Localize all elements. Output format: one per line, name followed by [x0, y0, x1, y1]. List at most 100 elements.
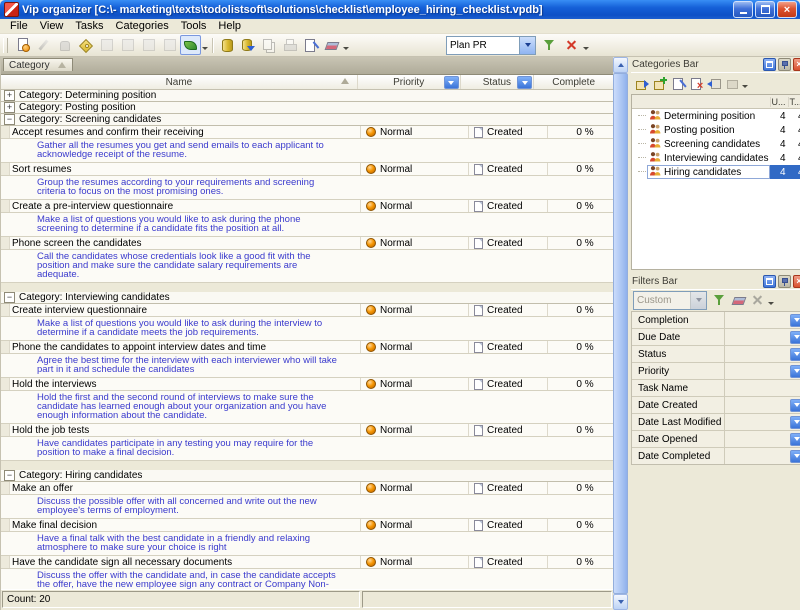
task-row[interactable]: Phone screen the candidatesNormalCreated…: [1, 237, 613, 250]
filter-value-field[interactable]: [724, 346, 790, 362]
task-priority-cell[interactable]: Normal: [361, 341, 469, 353]
filter-row[interactable]: Date Completed: [632, 448, 800, 464]
task-complete-cell[interactable]: 0 %: [548, 200, 613, 212]
task-complete-cell[interactable]: 0 %: [548, 378, 613, 390]
task-complete-cell[interactable]: 0 %: [548, 304, 613, 316]
filter-value-field[interactable]: [724, 329, 790, 345]
menu-tools[interactable]: Tools: [175, 19, 213, 33]
minimize-button[interactable]: [733, 1, 753, 18]
task-status-cell[interactable]: Created: [469, 556, 548, 568]
complete-task-button-1[interactable]: [96, 35, 117, 55]
task-note-row[interactable]: Discuss the offer with the candidate and…: [1, 569, 613, 589]
filter-value-field[interactable]: [724, 448, 790, 464]
task-priority-cell[interactable]: Normal: [361, 163, 469, 175]
restore-button[interactable]: [755, 1, 775, 18]
task-row[interactable]: Accept resumes and confirm their receivi…: [1, 126, 613, 139]
category-list-item[interactable]: Screening candidates44: [632, 137, 800, 151]
category-row[interactable]: Category: Interviewing candidates: [1, 292, 613, 304]
delete-category-button[interactable]: [687, 75, 705, 92]
print-button[interactable]: [279, 35, 300, 55]
new-task-button[interactable]: [12, 35, 33, 55]
menu-view[interactable]: View: [34, 19, 70, 33]
clear-filter-button[interactable]: [729, 292, 747, 309]
category-list-item[interactable]: Determining position44: [632, 109, 800, 123]
filters-bar-pin-button[interactable]: [778, 275, 791, 288]
filter-row[interactable]: Date Opened: [632, 431, 800, 448]
task-priority-cell[interactable]: Normal: [361, 482, 469, 494]
category-row[interactable]: Category: Hiring candidates: [1, 470, 613, 482]
task-row[interactable]: Create a pre-interview questionnaireNorm…: [1, 200, 613, 213]
filter-value-field[interactable]: [724, 397, 790, 413]
plan-filter-edit-button[interactable]: [540, 35, 561, 55]
filter-dropdown-icon[interactable]: [790, 433, 800, 446]
task-note-row[interactable]: Make a list of questions you would like …: [1, 317, 613, 341]
task-note-row[interactable]: Discuss the possible offer with all conc…: [1, 495, 613, 519]
task-priority-cell[interactable]: Normal: [361, 237, 469, 249]
close-button[interactable]: ×: [777, 1, 797, 18]
filter-row[interactable]: Status: [632, 346, 800, 363]
filter-dropdown-icon[interactable]: [790, 314, 800, 327]
filter-value-field[interactable]: [724, 431, 790, 447]
filter-value-field[interactable]: [724, 380, 800, 396]
task-row[interactable]: Create interview questionnaireNormalCrea…: [1, 304, 613, 317]
menu-help[interactable]: Help: [212, 19, 247, 33]
task-note-row[interactable]: Agree the best time for the interview wi…: [1, 354, 613, 378]
task-row[interactable]: Phone the candidates to appoint intervie…: [1, 341, 613, 354]
menu-tasks[interactable]: Tasks: [69, 19, 109, 33]
filters-bar-close-button[interactable]: [793, 275, 800, 288]
task-note-row[interactable]: Hold the first and the second round of i…: [1, 391, 613, 424]
edit-note-button[interactable]: [300, 35, 321, 55]
status-filter-dropdown-icon[interactable]: [517, 76, 532, 89]
task-name-cell[interactable]: Make final decision: [10, 519, 361, 531]
task-note-row[interactable]: Group the resumes according to your requ…: [1, 176, 613, 200]
task-status-cell[interactable]: Created: [469, 378, 548, 390]
task-status-cell[interactable]: Created: [469, 482, 548, 494]
task-complete-cell[interactable]: 0 %: [548, 556, 613, 568]
show-notes-toggle[interactable]: [180, 35, 201, 55]
task-name-cell[interactable]: Hold the job tests: [10, 424, 361, 436]
filter-dropdown-icon[interactable]: [790, 399, 800, 412]
expand-toggle-icon[interactable]: [4, 90, 15, 101]
filter-dropdown-icon[interactable]: [790, 416, 800, 429]
categories-bar-dock-button[interactable]: [763, 58, 776, 71]
filter-row[interactable]: Due Date: [632, 329, 800, 346]
filter-dropdown-icon[interactable]: [790, 331, 800, 344]
task-name-cell[interactable]: Have the candidate sign all necessary do…: [10, 556, 361, 568]
task-row[interactable]: Make an offerNormalCreated0 %: [1, 482, 613, 495]
toolbar-overflow-icon-3[interactable]: [582, 37, 590, 53]
column-header-priority[interactable]: Priority: [358, 75, 461, 89]
move-task-button[interactable]: [54, 35, 75, 55]
task-priority-cell[interactable]: Normal: [361, 126, 469, 138]
erase-button[interactable]: [321, 35, 342, 55]
menu-categories[interactable]: Categories: [110, 19, 175, 33]
task-name-cell[interactable]: Make an offer: [10, 482, 361, 494]
task-name-cell[interactable]: Phone screen the candidates: [10, 237, 361, 249]
task-priority-cell[interactable]: Normal: [361, 519, 469, 531]
category-list-item[interactable]: Posting position44: [632, 123, 800, 137]
task-name-cell[interactable]: Accept resumes and confirm their receivi…: [10, 126, 361, 138]
toolbar-overflow-icon-2[interactable]: [342, 37, 350, 53]
expand-toggle-icon[interactable]: [4, 114, 15, 125]
complete-task-button-3[interactable]: [138, 35, 159, 55]
category-list-item[interactable]: Hiring candidates44: [632, 165, 800, 179]
new-database-button[interactable]: [216, 35, 237, 55]
scroll-up-button[interactable]: [613, 57, 628, 73]
menu-file[interactable]: File: [4, 19, 34, 33]
more-button[interactable]: [723, 75, 741, 92]
category-row[interactable]: Category: Determining position: [1, 90, 613, 102]
column-header-complete[interactable]: Complete: [534, 75, 613, 89]
assign-category-button[interactable]: [75, 35, 96, 55]
task-status-cell[interactable]: Created: [469, 237, 548, 249]
toolbar-grip[interactable]: [3, 38, 8, 53]
categories-bar-close-button[interactable]: [793, 58, 800, 71]
category-list-item[interactable]: Interviewing candidates44: [632, 151, 800, 165]
task-status-cell[interactable]: Created: [469, 200, 548, 212]
move-category-button[interactable]: [705, 75, 723, 92]
category-row[interactable]: Category: Screening candidates: [1, 114, 613, 126]
filter-edit-button[interactable]: [711, 292, 729, 309]
total-column-header[interactable]: T...: [788, 97, 800, 107]
task-name-cell[interactable]: Create a pre-interview questionnaire: [10, 200, 361, 212]
task-name-cell[interactable]: Hold the interviews: [10, 378, 361, 390]
task-row[interactable]: Have the candidate sign all necessary do…: [1, 556, 613, 569]
uncompleted-column-header[interactable]: U...: [770, 97, 788, 107]
